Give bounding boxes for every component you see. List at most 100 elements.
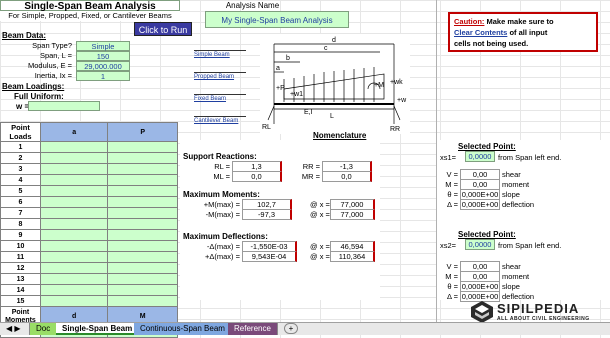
a-cell[interactable]	[39, 262, 109, 274]
xs1-label: xs1=	[440, 153, 457, 162]
neg-moment-at: @ x =	[310, 210, 330, 219]
table-row: 4	[0, 174, 178, 186]
table-row: 5	[0, 185, 178, 197]
p-cell[interactable]	[107, 262, 178, 274]
p-cell[interactable]	[107, 229, 178, 241]
logo-mark-icon	[471, 301, 493, 323]
table-row: 9	[0, 229, 178, 241]
p-cell[interactable]	[107, 295, 178, 307]
table-row: 3	[0, 163, 178, 175]
diagram-label-rl: RL	[262, 124, 271, 131]
inertia-label: Inertia, Ix =	[34, 71, 72, 80]
p-cell[interactable]	[107, 152, 178, 164]
beam-type-fixed[interactable]: Fixed Beam	[194, 96, 226, 102]
nomenclature-title: Nomenclature	[313, 131, 367, 140]
table-row: 12	[0, 262, 178, 274]
table-row: 15	[0, 295, 178, 307]
table-row: 1	[0, 141, 178, 153]
column-divider	[436, 0, 437, 322]
span-type-label: Span Type?	[32, 41, 72, 50]
diagram-label-c: c	[324, 45, 328, 52]
a-cell[interactable]	[39, 152, 109, 164]
span-length-input[interactable]: 150	[76, 51, 130, 61]
p-cell[interactable]	[107, 174, 178, 186]
a-cell[interactable]	[39, 273, 109, 285]
neg-deflection-label: -Δ(max) =	[206, 242, 240, 251]
table-row: 11	[0, 251, 178, 263]
a-cell[interactable]	[39, 141, 109, 153]
analysis-name-label: Analysis Name	[225, 1, 280, 10]
a-cell[interactable]	[39, 295, 109, 307]
a-cell[interactable]	[39, 163, 109, 175]
neg-moment-value: -97,3	[242, 209, 292, 220]
selected-point-1-heading: Selected Point:	[458, 142, 516, 151]
beam-loadings-heading: Beam Loadings:	[2, 82, 65, 91]
table-row: 7	[0, 207, 178, 219]
neg-moment-label: -M(max) =	[205, 210, 240, 219]
table-row: 6	[0, 196, 178, 208]
xs1-input[interactable]: 0,0000	[465, 151, 495, 162]
a-cell[interactable]	[39, 174, 109, 186]
tab-reference[interactable]: Reference	[228, 323, 278, 335]
a-cell[interactable]	[39, 229, 109, 241]
w-input[interactable]	[28, 101, 100, 111]
xs2-label: xs2=	[440, 241, 457, 250]
tab-continuous-span-beam[interactable]: Continuous-Span Beam	[134, 323, 232, 335]
beam-nomenclature-diagram: d c b a +M +P +w1 +wk +w E,I L RL RR	[260, 34, 410, 134]
a-cell[interactable]	[39, 240, 109, 252]
beam-type-propped[interactable]: Propped Beam	[194, 74, 234, 80]
table-row: 2	[0, 152, 178, 164]
add-sheet-icon[interactable]: +	[284, 323, 298, 334]
pos-deflection-x: 110,364	[330, 251, 375, 262]
diagram-label-wk: +wk	[390, 79, 403, 86]
p-cell[interactable]	[107, 273, 178, 285]
diagram-label-a: a	[276, 65, 280, 72]
tab-doc[interactable]: Doc	[30, 323, 58, 335]
a-cell[interactable]	[39, 196, 109, 208]
p-cell[interactable]	[107, 218, 178, 230]
span-type-input[interactable]: Simple	[76, 41, 130, 51]
analysis-name-input[interactable]: My Single-Span Beam Analysis	[205, 11, 349, 28]
p-cell[interactable]	[107, 185, 178, 197]
caution-box: Caution: Make make sure to Clear Content…	[448, 12, 598, 52]
caution-label: Caution:	[454, 17, 485, 26]
logo-name: SIPILPEDIA	[497, 301, 580, 316]
selected-point-2-results: V = 0,00 shear M = 0,00 moment θ = 0,000…	[445, 261, 535, 302]
run-button[interactable]: Click to Run	[134, 22, 192, 36]
beam-type-simple[interactable]: Simple Beam	[194, 52, 230, 58]
col-p-header: P	[107, 122, 178, 142]
p-cell[interactable]	[107, 284, 178, 296]
span-length-label: Span, L =	[39, 51, 72, 60]
p-cell[interactable]	[107, 163, 178, 175]
xs1-desc: from Span left end.	[498, 153, 562, 162]
a-cell[interactable]	[39, 284, 109, 296]
diagram-label-p: +P	[276, 85, 285, 92]
diagram-label-w: +w	[397, 97, 407, 104]
xs2-input[interactable]: 0,0000	[465, 239, 495, 250]
tab-single-span-beam[interactable]: Single-Span Beam	[56, 323, 140, 335]
modulus-input[interactable]: 29,000.000	[76, 61, 130, 71]
p-cell[interactable]	[107, 207, 178, 219]
rl-label: RL =	[214, 162, 230, 171]
beam-type-cantilever[interactable]: Cantilever Beam	[194, 118, 238, 124]
deflection-value-1: 0,000E+00	[460, 199, 500, 210]
a-cell[interactable]	[39, 185, 109, 197]
a-cell[interactable]	[39, 251, 109, 263]
p-cell[interactable]	[107, 251, 178, 263]
inertia-input[interactable]: 1	[76, 71, 130, 81]
full-uniform-label: Full Uniform:	[14, 92, 64, 101]
support-reactions-heading: Support Reactions:	[183, 152, 257, 161]
tab-nav-arrows[interactable]: ◀ ▶	[0, 323, 30, 335]
a-cell[interactable]	[39, 207, 109, 219]
p-cell[interactable]	[107, 141, 178, 153]
clear-contents-link[interactable]: Clear Contents	[454, 28, 507, 37]
a-cell[interactable]	[39, 218, 109, 230]
rr-label: RR =	[302, 162, 320, 171]
max-moments-heading: Maximum Moments:	[183, 190, 260, 199]
selected-point-1-results: V = 0,00 shear M = 0,00 moment θ = 0,000…	[445, 169, 535, 210]
p-cell[interactable]	[107, 240, 178, 252]
p-cell[interactable]	[107, 196, 178, 208]
sipilpedia-logo: SIPILPEDIA ALL ABOUT CIVIL ENGINEERING	[470, 300, 610, 324]
neg-moment-x: 77,000	[330, 209, 375, 220]
page-title: Single-Span Beam Analysis	[0, 0, 180, 12]
